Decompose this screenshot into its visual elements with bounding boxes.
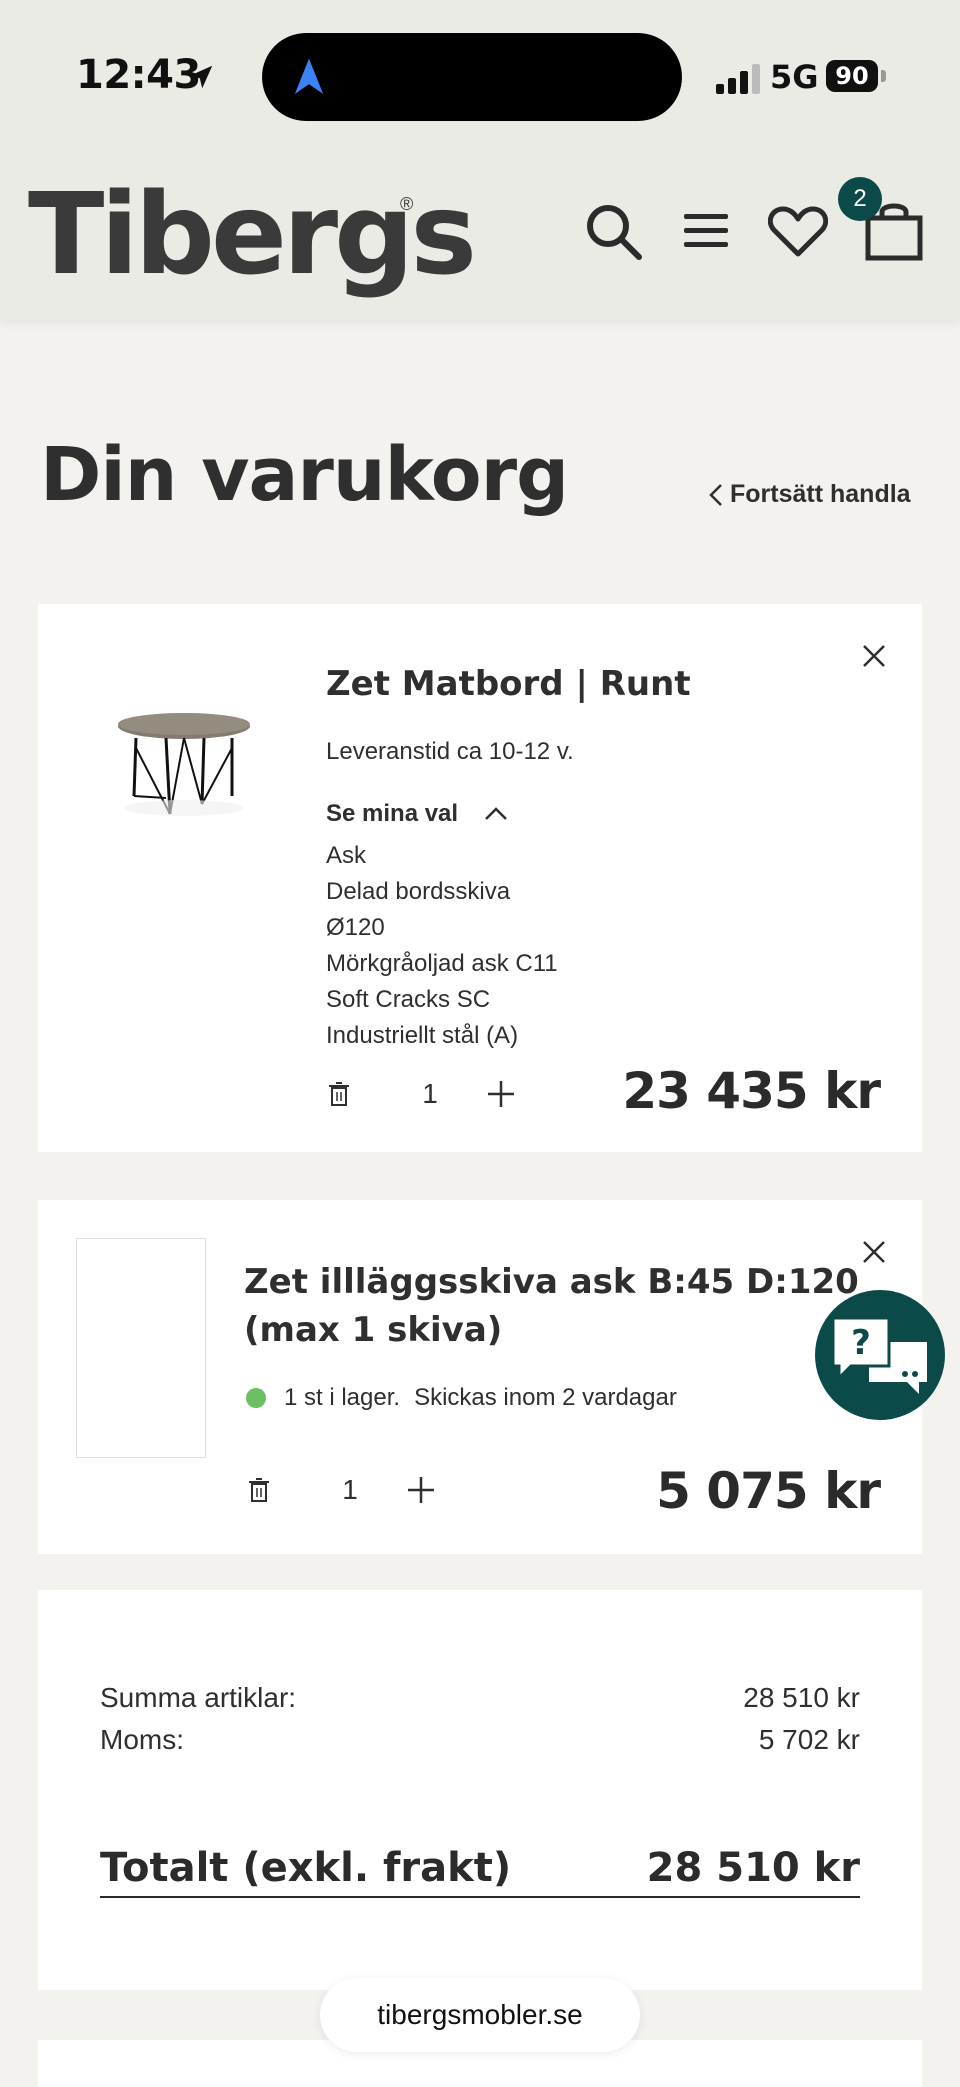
status-time: 12:43 [76, 52, 201, 98]
chat-question-mark: ? [851, 1323, 871, 1363]
option-item: Ask [326, 842, 367, 869]
cart-item-card: Zet Matbord | Runt Leveranstid ca 10-12 … [38, 604, 922, 1152]
plus-icon[interactable] [486, 1079, 516, 1109]
quantity-value[interactable]: 1 [320, 1474, 380, 1506]
summary-total-row: Totalt (exkl. frakt) 28 510 kr [100, 1840, 860, 1898]
battery-tip [881, 70, 886, 82]
summary-total-value: 28 510 kr [646, 1845, 860, 1891]
option-item: Soft Cracks SC [326, 986, 491, 1013]
continue-shopping-label: Fortsätt handla [730, 480, 911, 508]
quantity-stepper: 1 [248, 1474, 436, 1506]
stock-shipping: Skickas inom 2 vardagar [414, 1384, 677, 1411]
trash-icon[interactable] [248, 1477, 270, 1503]
search-icon[interactable] [584, 202, 644, 262]
browser-url-bar[interactable]: tibergsmobler.se [320, 1978, 640, 2052]
product-image-round-table [118, 713, 250, 816]
site-header: Tibergs ® 2 [0, 150, 960, 320]
navigation-app-icon [294, 58, 324, 94]
heart-icon[interactable] [768, 206, 828, 258]
chevron-left-icon [709, 483, 722, 506]
remove-item-close-icon[interactable] [860, 642, 888, 670]
product-name[interactable]: Zet Matbord | Runt [326, 660, 691, 708]
location-arrow-icon [189, 65, 213, 89]
option-item: Delad bordsskiva [326, 878, 511, 905]
summary-items-value: 28 510 kr [743, 1682, 860, 1713]
in-stock-dot [246, 1388, 266, 1408]
item-price: 5 075 kr [656, 1462, 881, 1520]
dynamic-island [262, 33, 682, 121]
summary-vat-row: Moms: 5 702 kr [100, 1724, 860, 1756]
chat-support-button[interactable]: ? [815, 1290, 945, 1420]
continue-shopping-link[interactable]: Fortsätt handla [708, 480, 911, 509]
item-price: 23 435 kr [622, 1062, 881, 1120]
remove-item-close-icon[interactable] [860, 1238, 888, 1266]
plus-icon[interactable] [406, 1475, 436, 1505]
product-name[interactable]: Zet illläggsskiva ask B:45 D:120 (max 1 … [244, 1258, 859, 1354]
summary-vat-label: Moms: [100, 1724, 184, 1755]
page-title: Din varukorg [40, 432, 569, 518]
chevron-up-icon [485, 807, 507, 820]
status-bar: 12:43 5G 90 [0, 0, 960, 150]
chat-icon: ? [831, 1316, 927, 1394]
quantity-value[interactable]: 1 [400, 1078, 460, 1110]
product-image-placeholder [76, 1238, 206, 1458]
summary-items-row: Summa artiklar: 28 510 kr [100, 1682, 860, 1714]
product-name-line: Zet illläggsskiva ask B:45 D:120 [244, 1262, 859, 1302]
option-item: Ø120 [326, 914, 385, 941]
menu-icon[interactable] [682, 210, 730, 252]
network-type: 5G [770, 58, 819, 96]
cart-item-card: Zet illläggsskiva ask B:45 D:120 (max 1 … [38, 1200, 922, 1554]
show-options-label: Se mina val [326, 800, 459, 827]
registered-mark: ® [400, 194, 414, 214]
stock-count: 1 st i lager. [284, 1384, 401, 1411]
summary-total-label: Totalt (exkl. frakt) [100, 1845, 512, 1891]
selected-options-list: Ask Delad bordsskiva Ø120 Mörkgråoljad a… [326, 838, 558, 1054]
trash-icon[interactable] [328, 1081, 350, 1107]
tibergs-logo[interactable]: Tibergs [28, 170, 477, 300]
option-item: Mörkgråoljad ask C11 [326, 950, 558, 977]
summary-vat-value: 5 702 kr [758, 1724, 860, 1755]
battery-level: 90 [826, 60, 878, 92]
signal-strength-icon [716, 64, 760, 94]
quantity-stepper: 1 [328, 1078, 516, 1110]
show-options-toggle[interactable]: Se mina val [326, 800, 508, 828]
order-summary: Summa artiklar: 28 510 kr Moms: 5 702 kr… [38, 1590, 922, 1990]
lead-time: Leveranstid ca 10-12 v. [326, 738, 574, 765]
option-item: Industriellt stål (A) [326, 1022, 519, 1049]
summary-items-label: Summa artiklar: [100, 1682, 297, 1713]
product-name-line: (max 1 skiva) [244, 1310, 503, 1350]
cart-count-badge[interactable]: 2 [838, 177, 882, 221]
stock-status: 1 st i lager. Skickas inom 2 vardagar [246, 1384, 677, 1412]
